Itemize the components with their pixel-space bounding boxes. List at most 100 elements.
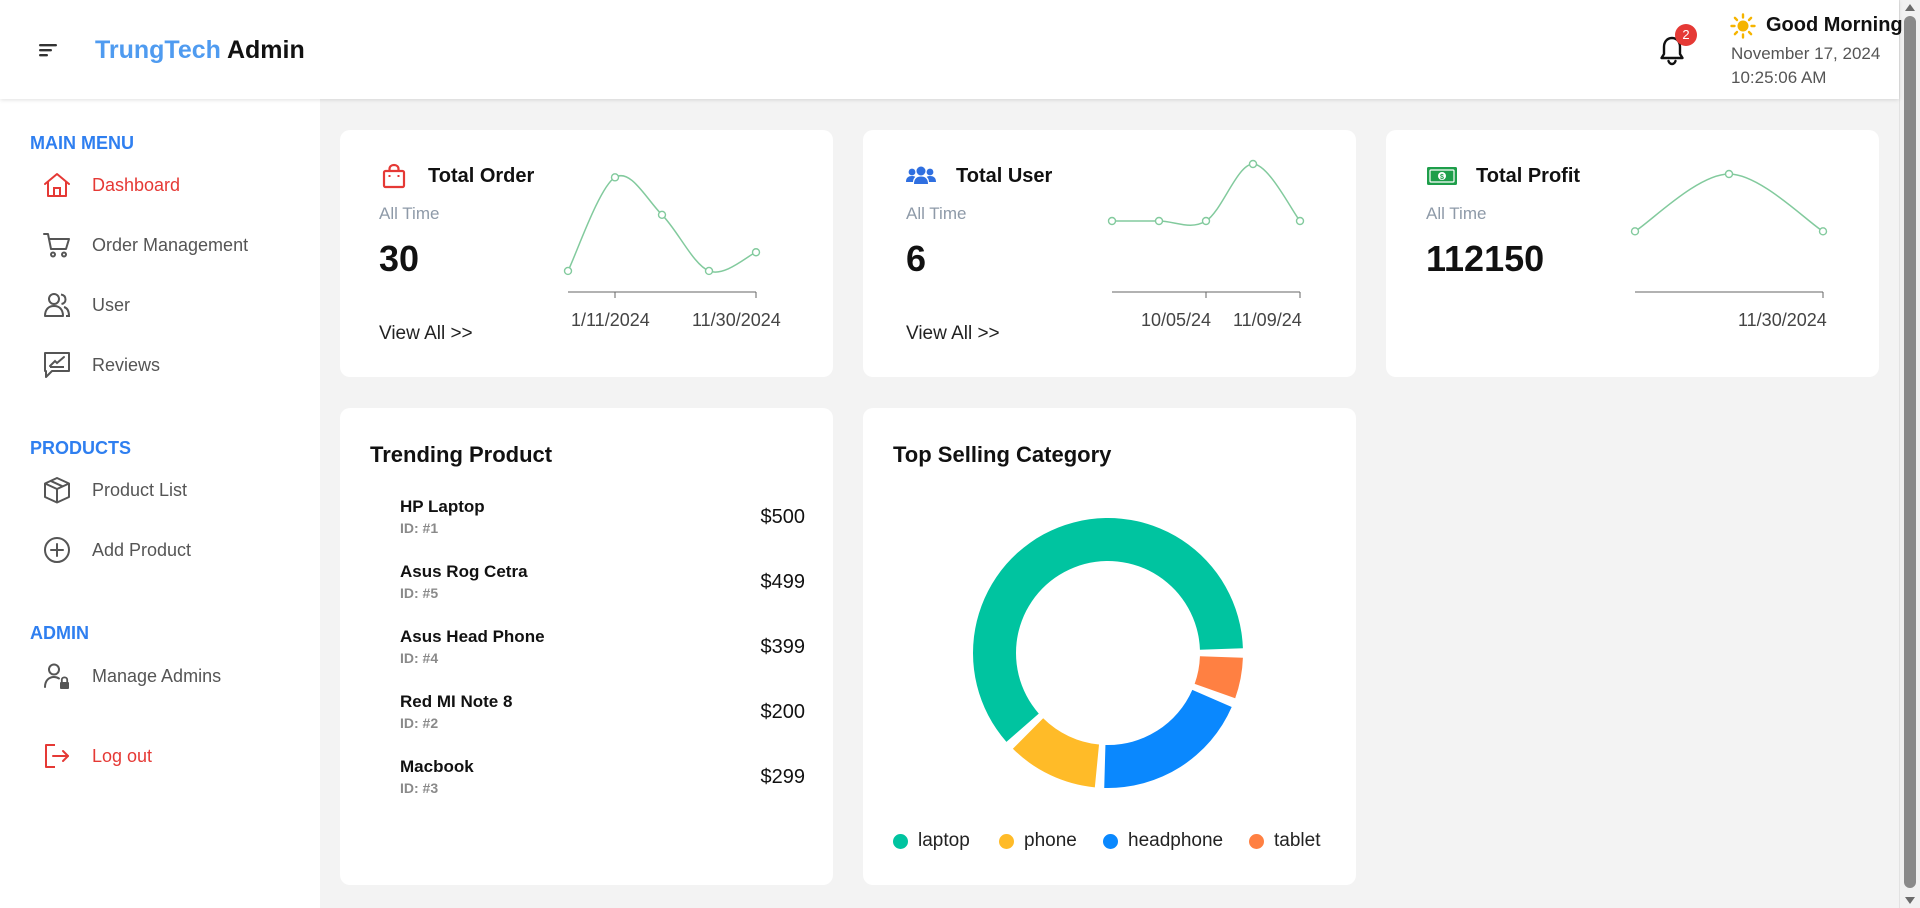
list-item[interactable]: Macbook ID: #3 $299 — [400, 757, 805, 803]
users-sparkline — [1107, 159, 1305, 298]
stat-title: Total Order — [428, 165, 535, 187]
spark-point — [704, 266, 714, 276]
product-name: Red MI Note 8 — [400, 692, 513, 711]
legend-item-laptop[interactable]: laptop — [893, 830, 970, 852]
legend-label: laptop — [918, 830, 970, 851]
plus-circle-icon — [40, 533, 74, 567]
logout-label: Log out — [92, 745, 153, 766]
product-price: $299 — [760, 766, 806, 788]
stat-value: 30 — [379, 238, 420, 279]
current-date: November 17, 2024 — [1731, 44, 1881, 63]
stat-subtitle: All Time — [906, 204, 967, 223]
sidebar-item-add-product[interactable]: Add Product — [30, 528, 300, 572]
product-id: ID: #2 — [400, 715, 439, 731]
spark-point — [1201, 216, 1211, 226]
sidebar-item-dashboard[interactable]: Dashboard — [30, 163, 300, 207]
stat-subtitle: All Time — [379, 204, 440, 223]
sidebar-item-label: User — [92, 294, 131, 315]
sun-icon — [1730, 13, 1756, 39]
spark-point — [1295, 216, 1305, 226]
product-price: $200 — [760, 701, 806, 723]
top-header: TrungTech Admin 2 Good Morning November … — [0, 0, 1903, 99]
sidebar-item-label: Dashboard — [92, 174, 181, 195]
spark-point — [563, 266, 573, 276]
scroll-down-arrow-icon[interactable] — [1905, 897, 1915, 904]
sidebar-item-label: Order Management — [92, 234, 249, 255]
spark-point — [1107, 216, 1117, 226]
product-price: $399 — [760, 636, 806, 658]
brand-name: TrungTech — [95, 36, 221, 64]
product-name: Asus Rog Cetra — [400, 562, 528, 581]
cash-icon: $ — [1427, 167, 1457, 185]
product-name: HP Laptop — [400, 497, 485, 516]
product-id: ID: #3 — [400, 780, 439, 796]
sidebar-item-reviews[interactable]: Reviews — [30, 343, 300, 387]
brand-logo[interactable]: TrungTech Admin — [95, 36, 305, 65]
notification-badge: 2 — [1675, 24, 1697, 46]
spark-line — [1634, 173, 1824, 232]
pie-slice-phone[interactable] — [1012, 718, 1100, 788]
legend-label: phone — [1024, 830, 1077, 851]
logout-button[interactable]: Log out — [30, 734, 300, 778]
legend-label: headphone — [1128, 830, 1224, 851]
spark-point — [610, 173, 620, 182]
spark-point — [657, 210, 667, 220]
spark-point — [1630, 227, 1640, 236]
view-all-orders-link[interactable]: View All >> — [379, 323, 473, 345]
box-icon — [40, 473, 74, 507]
sidebar-item-manage-admins[interactable]: Manage Admins — [30, 654, 300, 698]
stat-card-total-order: Total Order All Time 30 View All >> 1/11… — [340, 130, 833, 377]
sidebar-item-label: Product List — [92, 479, 188, 500]
home-icon — [40, 168, 74, 202]
admin-section-title: ADMIN — [30, 623, 89, 643]
list-item[interactable]: Asus Head Phone ID: #4 $399 — [400, 627, 805, 673]
legend-item-phone[interactable]: phone — [999, 830, 1077, 852]
product-name: Asus Head Phone — [400, 627, 545, 646]
scroll-up-arrow-icon[interactable] — [1905, 4, 1915, 11]
top-selling-category-panel: Top Selling Category laptop phone headph… — [863, 408, 1356, 885]
pie-slice-tablet[interactable] — [1194, 656, 1243, 699]
spark-tick-label: 11/30/2024 — [1738, 310, 1827, 330]
menu-toggle-icon[interactable] — [36, 38, 62, 62]
logout-icon — [40, 739, 74, 773]
orders-sparkline — [563, 173, 761, 298]
view-all-users-link[interactable]: View All >> — [906, 323, 1000, 345]
spark-tick-label: 11/09/24 — [1233, 310, 1302, 330]
legend-item-headphone[interactable]: headphone — [1103, 830, 1223, 852]
vertical-scrollbar[interactable] — [1899, 0, 1920, 908]
legend-dot — [1249, 833, 1264, 849]
list-item[interactable]: HP Laptop ID: #1 $500 — [400, 497, 805, 543]
pie-slice-headphone[interactable] — [1104, 689, 1232, 788]
users-group-icon — [906, 166, 936, 184]
products-section-title: PRODUCTS — [30, 438, 132, 458]
sidebar-item-product-list[interactable]: Product List — [30, 468, 300, 512]
sidebar-item-label: Add Product — [92, 539, 192, 560]
spark-point — [751, 248, 761, 257]
panel-title: Trending Product — [370, 442, 553, 467]
stat-value: 112150 — [1426, 238, 1545, 279]
list-item[interactable]: Red MI Note 8 ID: #2 $200 — [400, 692, 805, 738]
product-price: $500 — [760, 506, 806, 528]
profit-sparkline — [1630, 169, 1828, 298]
legend-item-tablet[interactable]: tablet — [1249, 830, 1320, 852]
product-id: ID: #1 — [400, 520, 439, 536]
sidebar-item-user[interactable]: User — [30, 283, 300, 327]
legend-dot — [999, 833, 1014, 849]
spark-point — [1248, 159, 1258, 169]
spark-line — [567, 174, 757, 273]
sidebar-item-order-management[interactable]: Order Management — [30, 223, 300, 267]
scroll-thumb[interactable] — [1904, 16, 1916, 888]
sidebar-item-label: Reviews — [92, 354, 161, 375]
list-item[interactable]: Asus Rog Cetra ID: #5 $499 — [400, 562, 805, 608]
current-time: 10:25:06 AM — [1731, 68, 1827, 87]
stat-title: Total Profit — [1476, 165, 1581, 187]
spark-tick-label: 1/11/2024 — [571, 310, 650, 330]
legend-dot — [1103, 833, 1118, 849]
spark-point — [1818, 227, 1828, 236]
svg-text:$: $ — [1440, 174, 1444, 181]
product-id: ID: #5 — [400, 585, 439, 601]
legend-dot — [893, 833, 908, 849]
spark-point — [1724, 169, 1734, 179]
product-name: Macbook — [400, 757, 474, 776]
chart-title: Top Selling Category — [893, 442, 1112, 467]
